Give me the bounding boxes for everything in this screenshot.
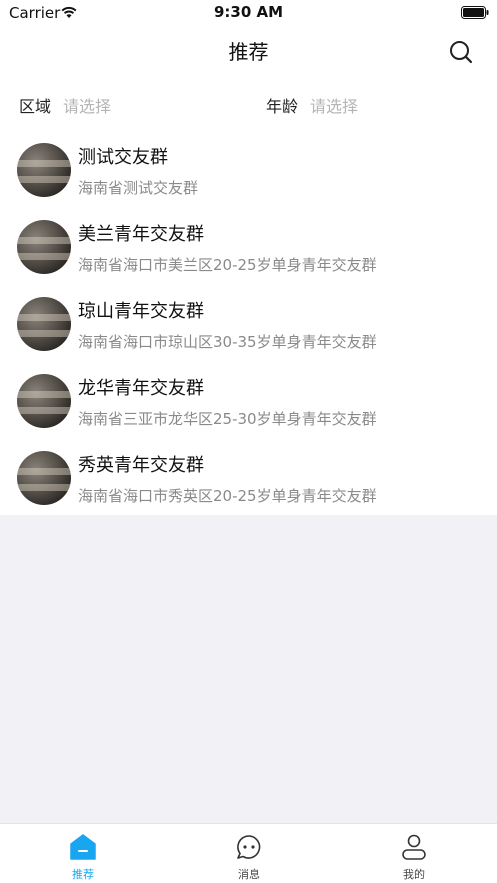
group-name: 美兰青年交友群	[78, 224, 204, 245]
group-name: 秀英青年交友群	[78, 455, 204, 476]
region-filter[interactable]: 区域 请选择	[19, 93, 111, 117]
group-list: 测试交友群 海南省测试交友群 美兰青年交友群 海南省海口市美兰区20-25岁单身…	[0, 130, 497, 515]
battery-icon	[461, 6, 489, 19]
group-name: 测试交友群	[78, 147, 168, 168]
list-item[interactable]: 龙华青年交友群 海南省三亚市龙华区25-30岁单身青年交友群	[0, 361, 497, 438]
search-icon[interactable]	[447, 38, 475, 66]
content-area: Carrier 9:30 AM 推荐 区域 请选择 年龄 请选择 测试交友群 海南省…	[0, 0, 497, 515]
region-filter-value: 请选择	[63, 97, 112, 116]
age-filter[interactable]: 年龄 请选择	[266, 93, 358, 117]
tab-label: 推荐	[72, 868, 94, 881]
tab-recommend[interactable]: 推荐	[0, 824, 166, 883]
tab-messages[interactable]: 消息	[166, 824, 332, 883]
list-item[interactable]: 测试交友群 海南省测试交友群	[0, 130, 497, 207]
page-title: 推荐	[228, 40, 269, 64]
tab-profile[interactable]: 我的	[331, 824, 497, 883]
age-filter-label: 年龄	[266, 97, 299, 116]
avatar	[17, 297, 71, 351]
tab-bar: 推荐 消息 我的	[0, 823, 497, 883]
region-filter-label: 区域	[19, 97, 52, 116]
group-desc: 海南省海口市琼山区30-35岁单身青年交友群	[78, 333, 377, 351]
list-item[interactable]: 秀英青年交友群 海南省海口市秀英区20-25岁单身青年交友群	[0, 438, 497, 515]
list-item[interactable]: 美兰青年交友群 海南省海口市美兰区20-25岁单身青年交友群	[0, 207, 497, 284]
status-bar: Carrier 9:30 AM	[0, 0, 497, 26]
home-icon	[70, 834, 96, 860]
tab-label: 我的	[403, 868, 425, 881]
group-desc: 海南省海口市美兰区20-25岁单身青年交友群	[78, 256, 377, 274]
age-filter-value: 请选择	[310, 97, 359, 116]
group-desc: 海南省海口市秀英区20-25岁单身青年交友群	[78, 487, 377, 505]
profile-icon	[402, 834, 426, 860]
clock: 9:30 AM	[213, 3, 284, 21]
message-icon	[237, 835, 261, 859]
avatar	[17, 451, 71, 505]
group-desc: 海南省测试交友群	[78, 179, 199, 197]
list-item[interactable]: 琼山青年交友群 海南省海口市琼山区30-35岁单身青年交友群	[0, 284, 497, 361]
avatar	[17, 374, 71, 428]
tab-label: 消息	[238, 868, 260, 881]
group-desc: 海南省三亚市龙华区25-30岁单身青年交友群	[78, 410, 377, 428]
group-name: 龙华青年交友群	[78, 378, 204, 399]
group-name: 琼山青年交友群	[78, 301, 204, 322]
avatar	[17, 143, 71, 197]
avatar	[17, 220, 71, 274]
